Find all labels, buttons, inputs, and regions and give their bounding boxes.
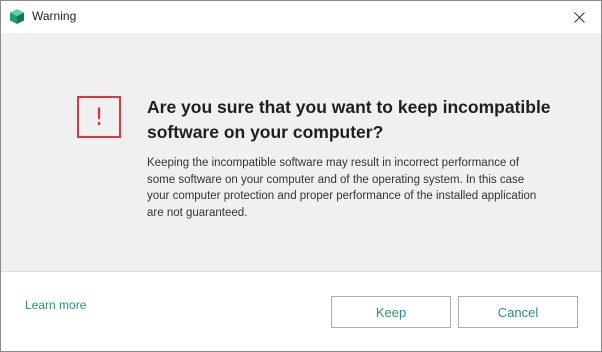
warning-dialog: Warning ! Are you sure that you want to … bbox=[0, 0, 602, 352]
window-title: Warning bbox=[32, 9, 77, 23]
dialog-body: Keeping the incompatible software may re… bbox=[147, 157, 537, 219]
app-icon bbox=[10, 9, 24, 24]
warning-symbol: ! bbox=[94, 103, 104, 131]
close-icon bbox=[573, 11, 585, 23]
dialog-heading: Are you sure that you want to keep incom… bbox=[147, 97, 551, 142]
learn-more-link[interactable]: Learn more bbox=[25, 298, 86, 312]
cancel-button[interactable]: Cancel bbox=[458, 296, 578, 328]
close-button[interactable] bbox=[557, 1, 601, 33]
dialog-footer: Learn more Keep Cancel bbox=[1, 272, 601, 351]
exclamation-warning-icon: ! bbox=[77, 96, 121, 138]
keep-button[interactable]: Keep bbox=[331, 296, 451, 328]
title-bar[interactable]: Warning bbox=[1, 1, 601, 33]
dialog-content: ! Are you sure that you want to keep inc… bbox=[1, 33, 601, 271]
